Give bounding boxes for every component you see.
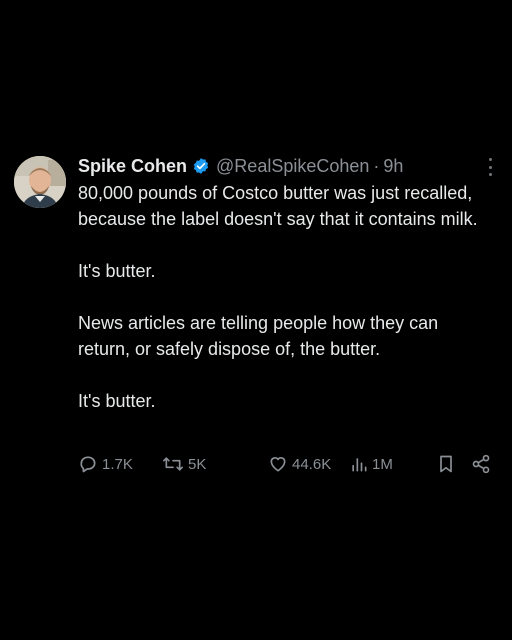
share-icon [470,454,492,474]
views-count: 1M [372,455,393,473]
views-button[interactable]: 1M [350,452,393,476]
heart-icon [268,454,288,474]
avatar[interactable] [14,156,66,208]
views-chart-icon [350,454,368,474]
tweet-paragraph: It's butter. [78,261,156,281]
reply-button[interactable]: 1.7K [78,452,133,476]
reply-icon [78,454,98,474]
tweet-paragraph: News articles are telling people how the… [78,313,439,359]
repost-button[interactable]: 5K [162,452,206,476]
like-button[interactable]: 44.6K [268,452,331,476]
tweet-header: Spike Cohen @RealSpikeCohen · 9h [78,152,490,180]
timestamp[interactable]: 9h [383,156,403,177]
reply-count: 1.7K [102,455,133,473]
tweet-paragraph: It's butter. [78,391,156,411]
share-button[interactable] [470,452,492,476]
separator-dot: · [373,155,380,176]
tweet-paragraph: 80,000 pounds of Costco butter was just … [78,183,478,229]
more-options-icon[interactable] [482,158,498,176]
tweet-text: 80,000 pounds of Costco butter was just … [78,180,490,414]
bookmark-button[interactable] [436,452,456,476]
author-name[interactable]: Spike Cohen [78,156,187,177]
bookmark-icon [436,454,456,474]
tweet-actions: 1.7K 5K 44.6K 1M [78,452,498,476]
author-handle[interactable]: @RealSpikeCohen [216,156,369,177]
repost-icon [162,454,184,474]
repost-count: 5K [188,455,207,473]
tweet-content: Spike Cohen @RealSpikeCohen · 9h 80,000 … [78,152,492,414]
verified-badge-icon [192,157,210,175]
like-count: 44.6K [292,455,332,473]
